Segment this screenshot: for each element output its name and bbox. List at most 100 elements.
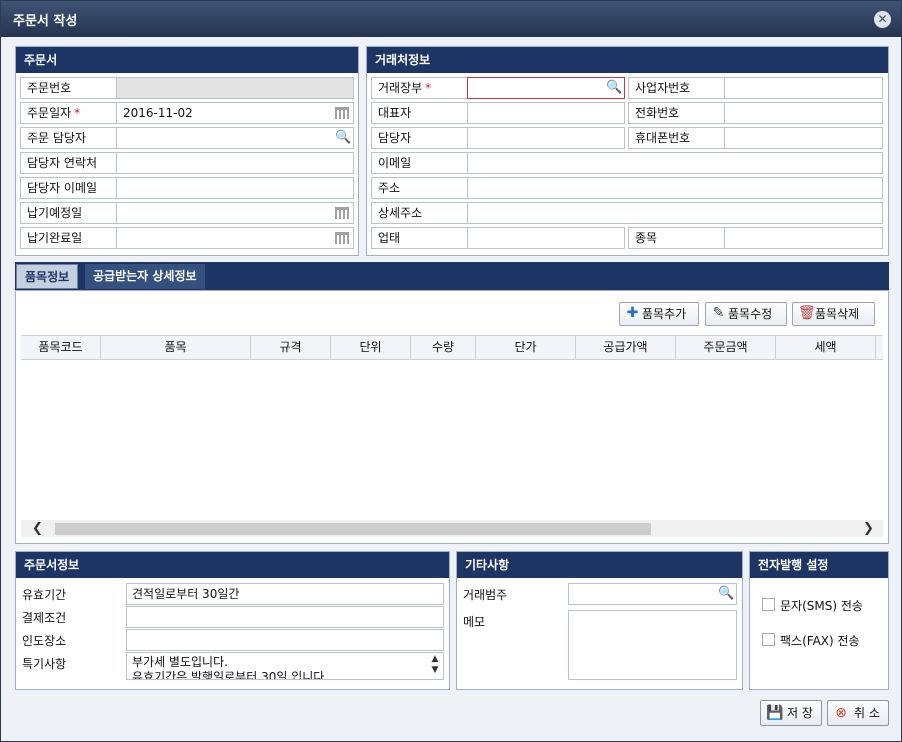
column-header[interactable]: 주문금액 [676, 336, 776, 359]
column-header[interactable]: 품목코드 [21, 336, 101, 359]
column-header[interactable]: 단가 [476, 336, 576, 359]
dialog-title: 주문서 작성 [13, 14, 78, 29]
delivery-field[interactable] [126, 629, 444, 651]
memo-label: 메모 [463, 615, 486, 629]
column-header[interactable]: 규격 [251, 336, 331, 359]
misc-header: 기타사항 [457, 552, 742, 578]
partner-email-label: 이메일 [371, 152, 468, 174]
electronic-panel: 전자발행 설정 문자(SMS) 전송 팩스(FAX) 전송 [749, 551, 889, 690]
order-date-label-text: 주문일자 [27, 106, 72, 120]
edit-item-button[interactable]: ✎ 품목수정 [705, 302, 787, 326]
scroll-thumb[interactable] [55, 523, 651, 535]
biztype-label: 업태 [371, 227, 468, 249]
search-icon[interactable]: 🔍 [606, 81, 622, 95]
order-date-value: 2016-11-02 [123, 106, 193, 120]
partner-panel-header: 거래처정보 [367, 47, 888, 73]
plus-icon: ✚ [626, 305, 639, 321]
partner-manager-label: 담당자 [371, 127, 468, 149]
notes-line: 부가세 별도입니다. [132, 655, 228, 669]
save-icon: 💾 [766, 705, 784, 721]
column-header[interactable]: 품목 [101, 336, 251, 359]
address-field[interactable] [467, 177, 883, 199]
cancel-label: 취 소 [854, 706, 880, 720]
ceo-label: 대표자 [371, 102, 468, 124]
order-manager-label: 주문 담당자 [20, 127, 117, 149]
memo-textarea[interactable] [568, 610, 737, 680]
validity-label: 유효기간 [22, 588, 67, 602]
delete-item-button[interactable]: 🗑 품목삭제 [792, 302, 875, 326]
partner-email-field[interactable] [467, 152, 883, 174]
mobile-label: 휴대폰번호 [628, 127, 725, 149]
address-detail-label: 상세주소 [371, 202, 468, 224]
add-item-button[interactable]: ✚ 품목추가 [619, 302, 699, 326]
due-date-field[interactable] [116, 202, 354, 224]
order-date-field[interactable]: 2016-11-02 [116, 102, 354, 124]
bizno-label: 사업자번호 [628, 77, 725, 99]
ledger-label: 거래장부 * [371, 77, 468, 99]
category-label: 거래범주 [463, 588, 508, 602]
scroll-left-icon[interactable]: ❮ [29, 520, 46, 537]
manager-contact-label: 담당자 연락처 [20, 152, 117, 174]
bizno-field[interactable] [724, 77, 883, 99]
cancel-button[interactable]: ⊗ 취 소 [827, 700, 889, 726]
phone-field[interactable] [724, 102, 883, 124]
scroll-right-icon[interactable]: ❯ [860, 520, 877, 537]
biztype-field[interactable] [467, 227, 625, 249]
address-label: 주소 [371, 177, 468, 199]
order-info-header: 주문서정보 [16, 552, 449, 578]
manager-contact-field[interactable] [116, 152, 354, 174]
mobile-field[interactable] [724, 127, 883, 149]
grid-header: 품목코드 품목 규격 단위 수량 단가 공급가액 주문금액 세액 [21, 335, 883, 360]
add-item-label: 품목추가 [642, 307, 687, 321]
title-bar[interactable]: 주문서 작성 ✕ [1, 1, 901, 37]
misc-panel: 기타사항 거래범주 🔍 메모 [456, 551, 743, 690]
column-header[interactable]: 단위 [331, 336, 411, 359]
partner-manager-field[interactable] [467, 127, 625, 149]
bizitem-field[interactable] [724, 227, 883, 249]
order-number-field [116, 77, 354, 99]
save-button[interactable]: 💾 저 장 [760, 700, 822, 726]
notes-textarea[interactable]: 부가세 별도입니다. 유효기간은 발행일로부터 30일 입니다. ▲ ▼ [126, 652, 444, 680]
items-grid-panel: ✚ 품목추가 ✎ 품목수정 🗑 품목삭제 품목코드 품목 규격 단위 수량 단가 공급… [15, 290, 889, 544]
cancel-icon: ⊗ [835, 705, 847, 721]
horizontal-scrollbar[interactable]: ❮ ❯ [21, 520, 883, 537]
order-info-panel: 주문서정보 유효기간 견적일로부터 30일간 결제조건 인도장소 특기사항 부가… [15, 551, 450, 690]
trash-icon: 🗑 [798, 305, 816, 321]
order-dialog: 주문서 작성 ✕ 주문서 주문번호 주문일자 * 2016-11-02 주문 담당… [0, 0, 902, 742]
tab-bar: 품목정보 공급받는자 상세정보 [15, 262, 889, 290]
address-detail-field[interactable] [467, 202, 883, 224]
order-manager-field[interactable]: 🔍 [116, 127, 354, 149]
edit-icon: ✎ [712, 305, 725, 321]
calendar-icon[interactable] [335, 107, 349, 119]
fax-label: 팩스(FAX) 전송 [780, 634, 860, 648]
order-number-label: 주문번호 [20, 77, 117, 99]
category-field[interactable]: 🔍 [568, 583, 737, 605]
calendar-icon[interactable] [335, 232, 349, 244]
tab-receiver-detail[interactable]: 공급받는자 상세정보 [85, 264, 205, 289]
notes-label: 특기사항 [22, 657, 67, 671]
column-header[interactable]: 수량 [411, 336, 476, 359]
delete-item-label: 품목삭제 [815, 307, 860, 321]
sms-checkbox[interactable] [762, 598, 775, 611]
bizitem-label: 종목 [628, 227, 725, 249]
scroll-updown-icon[interactable]: ▲ ▼ [428, 654, 442, 678]
calendar-icon[interactable] [335, 207, 349, 219]
delivery-label: 인도장소 [22, 634, 67, 648]
fax-checkbox[interactable] [762, 633, 775, 646]
column-header[interactable]: 공급가액 [576, 336, 676, 359]
column-header[interactable]: 세액 [776, 336, 876, 359]
close-icon[interactable]: ✕ [874, 11, 891, 28]
tab-item-info[interactable]: 품목정보 [16, 264, 79, 289]
completion-date-field[interactable] [116, 227, 354, 249]
ledger-label-text: 거래장부 [378, 81, 423, 95]
validity-field[interactable]: 견적일로부터 30일간 [126, 583, 444, 605]
manager-email-label: 담당자 이메일 [20, 177, 117, 199]
search-icon[interactable]: 🔍 [335, 131, 351, 145]
manager-email-field[interactable] [116, 177, 354, 199]
notes-line: 유효기간은 발행일로부터 30일 입니다. [132, 670, 329, 680]
payment-field[interactable] [126, 606, 444, 628]
ledger-field[interactable]: 🔍 [467, 77, 625, 99]
search-icon[interactable]: 🔍 [718, 587, 734, 601]
ceo-field[interactable] [467, 102, 625, 124]
electronic-header: 전자발행 설정 [750, 552, 888, 578]
